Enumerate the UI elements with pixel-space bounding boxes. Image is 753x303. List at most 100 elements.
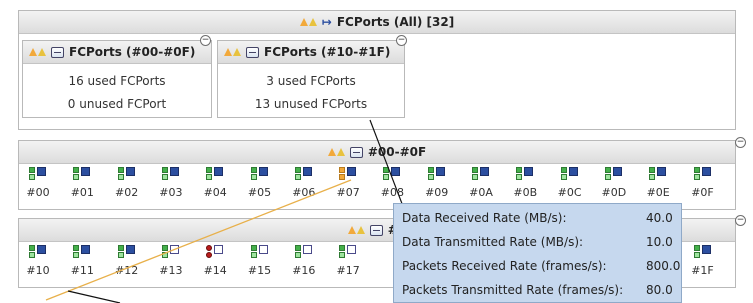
warning-icon bbox=[327, 148, 345, 156]
port-status-icon bbox=[206, 245, 224, 259]
drill-arrow-icon: ↦ bbox=[321, 15, 332, 29]
fc-port[interactable]: #0E bbox=[641, 165, 675, 201]
fc-port[interactable]: #17 bbox=[331, 243, 365, 279]
fc-port[interactable]: #04 bbox=[198, 165, 232, 201]
fc-port[interactable]: #0D bbox=[597, 165, 631, 201]
port-label: #05 bbox=[247, 186, 272, 199]
port-status-icon bbox=[693, 245, 712, 259]
fc-port[interactable]: #0C bbox=[553, 165, 587, 201]
fc-port[interactable]: #0B bbox=[508, 165, 542, 201]
fcports-all-panel: ↦ FCPorts (All) [32] FCPorts (#00-#0F) 1… bbox=[18, 10, 736, 130]
port-label: #01 bbox=[70, 186, 94, 199]
fc-port[interactable]: #14 bbox=[198, 243, 232, 279]
port-status-icon bbox=[73, 167, 91, 181]
fc-port[interactable]: #0A bbox=[464, 165, 498, 201]
group-00-0f-title: #00-#0F bbox=[367, 145, 427, 159]
tooltip-row: Data Received Rate (MB/s): 40.0 bbox=[402, 211, 673, 225]
fc-port[interactable]: #03 bbox=[154, 165, 188, 201]
port-label: #11 bbox=[70, 264, 94, 277]
fc-port[interactable]: #0F bbox=[686, 165, 720, 201]
fc-port[interactable]: #05 bbox=[243, 165, 277, 201]
port-status-icon bbox=[649, 167, 667, 181]
card-title: FCPorts (#00-#0F) bbox=[69, 45, 196, 59]
port-label: #0F bbox=[691, 186, 714, 199]
fcports-00-0f-card[interactable]: FCPorts (#00-#0F) 16 used FCPorts 0 unus… bbox=[22, 40, 212, 118]
used-count: 3 used FCPorts bbox=[266, 74, 356, 88]
fc-port[interactable]: #01 bbox=[65, 165, 99, 201]
group-00-0f-header[interactable]: #00-#0F bbox=[19, 141, 735, 164]
port-status-icon bbox=[73, 245, 91, 259]
port-label: #13 bbox=[159, 264, 183, 277]
port-status-icon bbox=[427, 167, 446, 181]
port-label: #12 bbox=[114, 264, 139, 277]
fc-port[interactable]: #10 bbox=[21, 243, 55, 279]
collapse-icon[interactable]: − bbox=[200, 35, 211, 46]
port-status-icon bbox=[604, 167, 623, 181]
port-status-icon bbox=[383, 167, 401, 181]
port-label: #10 bbox=[26, 264, 50, 277]
fc-port[interactable]: #02 bbox=[110, 165, 144, 201]
card-title: FCPorts (#10-#1F) bbox=[264, 45, 391, 59]
tooltip-row: Packets Transmitted Rate (frames/s): 80.… bbox=[402, 283, 673, 297]
port-status-icon bbox=[29, 245, 47, 259]
port-status-icon bbox=[117, 167, 136, 181]
port-label: #09 bbox=[425, 186, 449, 199]
fcports-10-1f-card[interactable]: FCPorts (#10-#1F) 3 used FCPorts 13 unus… bbox=[217, 40, 405, 118]
fc-port[interactable]: #08 bbox=[375, 165, 409, 201]
port-status-icon bbox=[516, 167, 534, 181]
port-status-icon bbox=[339, 245, 357, 259]
warning-icon bbox=[347, 226, 365, 234]
switch-icon bbox=[246, 46, 259, 58]
port-status-icon bbox=[250, 167, 269, 181]
port-label: #08 bbox=[380, 186, 404, 199]
port-status-icon bbox=[339, 167, 357, 181]
fc-port[interactable]: #1F bbox=[686, 243, 720, 279]
port-label: #0E bbox=[646, 186, 670, 199]
port-status-icon bbox=[693, 167, 712, 181]
port-label: #1F bbox=[691, 264, 714, 277]
switch-icon bbox=[349, 146, 363, 158]
port-label: #0B bbox=[513, 186, 538, 199]
card-header[interactable]: FCPorts (#10-#1F) bbox=[218, 41, 404, 64]
fcports-all-title: FCPorts (All) [32] bbox=[336, 15, 455, 29]
fc-port[interactable]: #12 bbox=[110, 243, 144, 279]
port-status-icon bbox=[161, 167, 180, 181]
port-label: #17 bbox=[336, 264, 360, 277]
unused-count: 0 unused FCPort bbox=[67, 97, 167, 111]
fc-port[interactable]: #07 bbox=[331, 165, 365, 201]
warning-icon bbox=[29, 48, 46, 56]
link-line bbox=[67, 290, 121, 303]
fc-port[interactable]: #16 bbox=[287, 243, 321, 279]
fc-port[interactable]: #00 bbox=[21, 165, 55, 201]
fc-port[interactable]: #09 bbox=[420, 165, 454, 201]
fc-port[interactable]: #15 bbox=[243, 243, 277, 279]
tooltip-row: Packets Received Rate (frames/s): 800.0 bbox=[402, 259, 681, 273]
port-status-icon bbox=[250, 245, 269, 259]
port-status-icon bbox=[294, 245, 313, 259]
port-label: #14 bbox=[203, 264, 227, 277]
group-00-0f-panel: #00-#0F #00 #01 #02 #03 #04 #05 #06 #07 #08 #09 #0… bbox=[18, 140, 736, 210]
fc-port[interactable]: #11 bbox=[65, 243, 99, 279]
collapse-icon[interactable]: − bbox=[735, 137, 746, 148]
port-status-icon bbox=[29, 167, 47, 181]
port-label: #00 bbox=[26, 186, 50, 199]
used-count: 16 used FCPorts bbox=[68, 74, 166, 88]
fc-port[interactable]: #06 bbox=[287, 165, 321, 201]
warning-icon bbox=[299, 18, 317, 26]
port-status-icon bbox=[560, 167, 579, 181]
tooltip-row: Data Transmitted Rate (MB/s): 10.0 bbox=[402, 235, 673, 249]
port-label: #0D bbox=[601, 186, 627, 199]
port-label: #03 bbox=[159, 186, 183, 199]
card-header[interactable]: FCPorts (#00-#0F) bbox=[23, 41, 211, 64]
switch-icon bbox=[369, 224, 383, 236]
port-label: #07 bbox=[336, 186, 360, 199]
port-status-icon bbox=[472, 167, 490, 181]
port-status-icon bbox=[206, 167, 224, 181]
port-stats-tooltip: Data Received Rate (MB/s): 40.0 Data Tra… bbox=[393, 203, 682, 303]
collapse-icon[interactable]: − bbox=[396, 35, 407, 46]
collapse-icon[interactable]: − bbox=[735, 215, 746, 226]
fcports-all-header[interactable]: ↦ FCPorts (All) [32] bbox=[19, 11, 735, 34]
unused-count: 13 unused FCPorts bbox=[254, 97, 368, 111]
fc-port[interactable]: #13 bbox=[154, 243, 188, 279]
warning-icon bbox=[224, 48, 241, 56]
